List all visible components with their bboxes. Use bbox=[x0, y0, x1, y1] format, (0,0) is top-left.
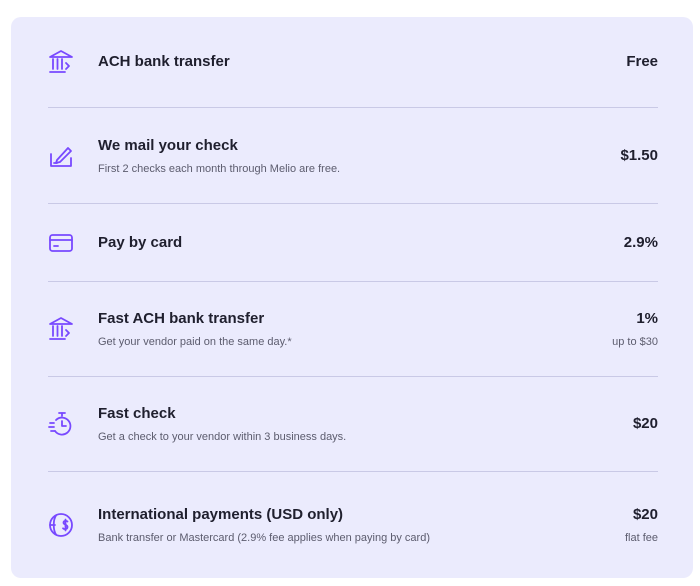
method-text: International payments (USD only) Bank t… bbox=[98, 505, 625, 545]
payment-method-card: Pay by card 2.9% bbox=[48, 204, 658, 282]
payment-method-international: International payments (USD only) Bank t… bbox=[48, 472, 658, 578]
method-price: 2.9% bbox=[624, 233, 658, 253]
bank-transfer-icon bbox=[48, 49, 74, 75]
method-title: Fast check bbox=[98, 405, 176, 422]
price-note: up to $30 bbox=[612, 336, 658, 348]
check-sign-icon bbox=[48, 143, 74, 169]
fast-check-timer-icon bbox=[48, 411, 74, 437]
method-price: $20 flat fee bbox=[625, 505, 658, 545]
method-text: Pay by card bbox=[98, 233, 624, 253]
method-text: We mail your check First 2 checks each m… bbox=[98, 136, 620, 176]
method-subtitle: Bank transfer or Mastercard (2.9% fee ap… bbox=[98, 532, 430, 544]
method-price: 1% up to $30 bbox=[612, 309, 658, 349]
price-value: 2.9% bbox=[623, 233, 658, 251]
payment-method-ach: ACH bank transfer Free bbox=[48, 17, 658, 108]
method-title: Fast ACH bank transfer bbox=[98, 310, 265, 327]
credit-card-icon bbox=[48, 230, 74, 256]
method-title: We mail your check bbox=[98, 136, 238, 154]
method-subtitle: Get a check to your vendor within 3 busi… bbox=[98, 431, 347, 443]
payment-fees-card: ACH bank transfer Free We mail your chec… bbox=[11, 17, 693, 578]
payment-method-mail-check: We mail your check First 2 checks each m… bbox=[48, 108, 658, 204]
payment-method-fast-ach: Fast ACH bank transfer Get your vendor p… bbox=[48, 282, 658, 377]
method-text: Fast ACH bank transfer Get your vendor p… bbox=[98, 309, 612, 349]
method-price: $20 bbox=[633, 414, 658, 434]
method-price: Free bbox=[626, 52, 658, 72]
price-value: Free bbox=[626, 53, 658, 70]
price-value: $20 bbox=[632, 415, 658, 432]
price-value: $1.50 bbox=[620, 146, 658, 164]
method-subtitle: First 2 checks each month through Melio … bbox=[98, 162, 341, 175]
price-value: 1% bbox=[636, 310, 658, 327]
payment-method-fast-check: Fast check Get a check to your vendor wi… bbox=[48, 377, 658, 472]
method-title: International payments (USD only) bbox=[98, 506, 344, 523]
method-title: ACH bank transfer bbox=[98, 53, 230, 70]
method-price: $1.50 bbox=[620, 146, 658, 166]
price-value: $20 bbox=[632, 506, 658, 523]
method-text: ACH bank transfer bbox=[98, 52, 626, 72]
international-globe-icon bbox=[48, 512, 74, 538]
method-title: Pay by card bbox=[98, 233, 183, 251]
price-note: flat fee bbox=[624, 532, 658, 544]
method-text: Fast check Get a check to your vendor wi… bbox=[98, 404, 633, 444]
fast-bank-transfer-icon bbox=[48, 316, 74, 342]
method-subtitle: Get your vendor paid on the same day.* bbox=[98, 336, 292, 348]
